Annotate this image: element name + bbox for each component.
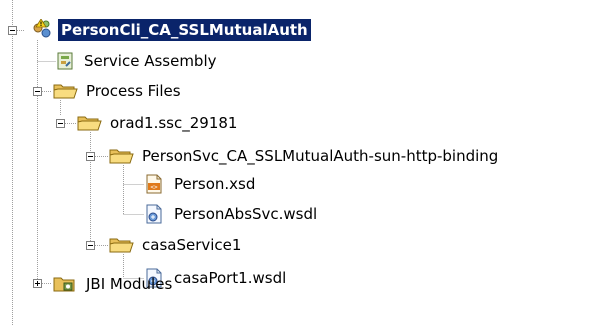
expand-toggle-jbi-modules[interactable] bbox=[33, 279, 42, 288]
tree-node-person-wsdl[interactable]: PersonAbsSvc.wsdl bbox=[144, 203, 320, 225]
collapse-toggle-process-files[interactable] bbox=[33, 87, 42, 96]
tree-node-process-files[interactable]: Process Files bbox=[52, 80, 184, 102]
composite-app-warning-icon bbox=[33, 19, 51, 38]
tree-node-casa-wsdl-label: casaPort1.wsdl bbox=[174, 269, 287, 287]
service-assembly-icon bbox=[57, 52, 73, 70]
tree-node-service-assembly[interactable]: Service Assembly bbox=[55, 50, 220, 72]
folder-open-icon bbox=[109, 238, 134, 253]
project-tree: PersonCli_CA_SSLMutualAuth Service Assem… bbox=[0, 0, 601, 325]
tree-node-orad1[interactable]: orad1.ssc_29181 bbox=[76, 112, 240, 134]
tree-node-casa-service-label: casaService1 bbox=[142, 236, 242, 254]
collapse-toggle-binding-folder[interactable] bbox=[86, 152, 95, 161]
tree-node-casa-service[interactable]: casaService1 bbox=[108, 234, 244, 256]
folder-open-icon bbox=[53, 84, 78, 99]
tree-node-process-files-label: Process Files bbox=[86, 82, 181, 100]
svg-text:<>: <> bbox=[150, 184, 158, 191]
tree-node-root[interactable]: PersonCli_CA_SSLMutualAuth bbox=[31, 19, 311, 41]
folder-open-icon bbox=[77, 116, 102, 131]
collapse-toggle-orad1[interactable] bbox=[56, 119, 65, 128]
collapse-toggle-root[interactable] bbox=[8, 26, 17, 35]
tree-node-person-xsd[interactable]: <> Person.xsd bbox=[144, 173, 258, 195]
xsd-file-icon: <> bbox=[146, 174, 162, 194]
jbi-modules-folder-icon bbox=[53, 277, 75, 292]
tree-node-binding-folder[interactable]: PersonSvc_CA_SSLMutualAuth-sun-http-bind… bbox=[108, 145, 501, 167]
tree-node-jbi-modules[interactable]: JBI Modules bbox=[52, 273, 175, 295]
folder-open-icon bbox=[109, 149, 134, 164]
wsdl-file-icon bbox=[146, 204, 162, 224]
tree-node-person-wsdl-label: PersonAbsSvc.wsdl bbox=[174, 205, 318, 223]
tree-node-orad1-label: orad1.ssc_29181 bbox=[110, 114, 238, 132]
tree-node-root-label: PersonCli_CA_SSLMutualAuth bbox=[58, 19, 311, 41]
tree-node-person-xsd-label: Person.xsd bbox=[174, 175, 256, 193]
tree-node-binding-folder-label: PersonSvc_CA_SSLMutualAuth-sun-http-bind… bbox=[142, 147, 499, 165]
tree-node-service-assembly-label: Service Assembly bbox=[84, 52, 217, 70]
tree-node-jbi-modules-label: JBI Modules bbox=[86, 275, 173, 293]
collapse-toggle-casa-service[interactable] bbox=[86, 241, 95, 250]
